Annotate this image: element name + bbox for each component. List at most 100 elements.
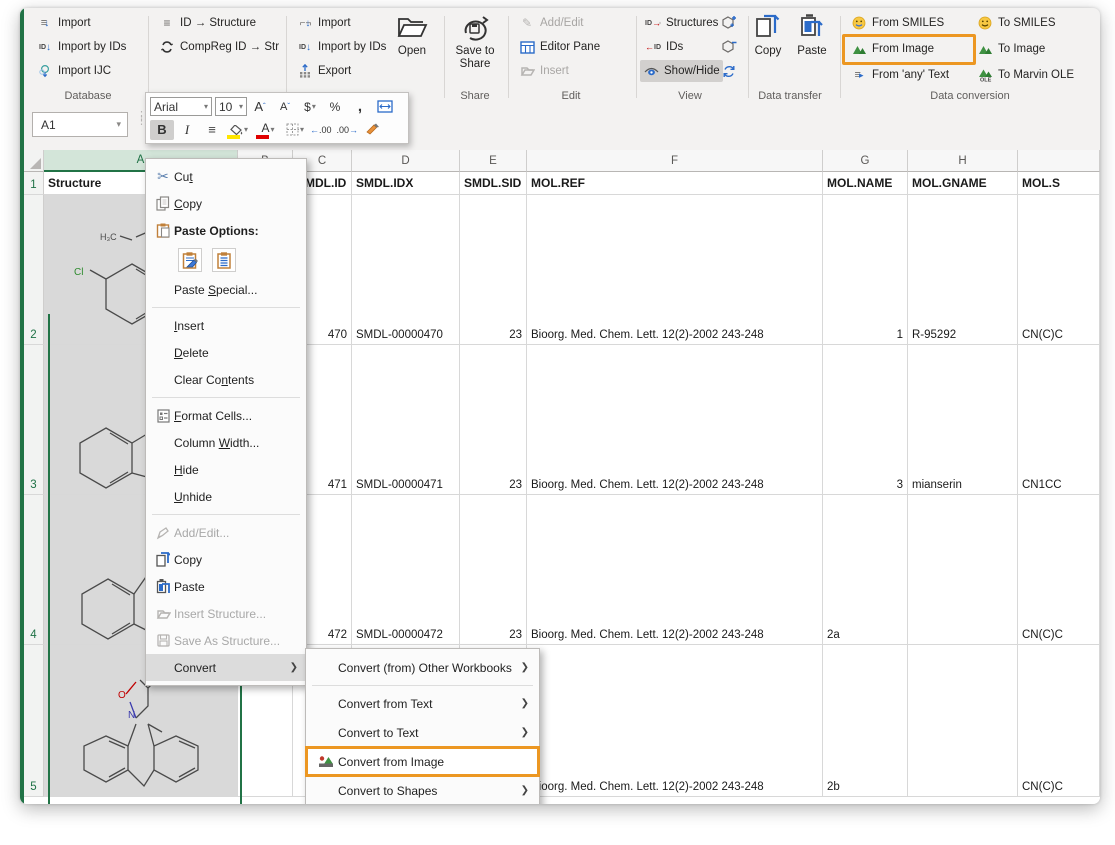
import2-by-ids-button[interactable]: ID↓ Import by IDs (294, 36, 389, 58)
menu-item-insert[interactable]: Insert (146, 312, 306, 339)
cell-D4[interactable]: SMDL-00000472 (352, 495, 460, 645)
menu-item-paste-special[interactable]: Paste Special... (146, 276, 306, 303)
font-size-select[interactable]: 10▾ (215, 97, 247, 116)
import2-button[interactable]: ⌐¬↓ Import (294, 12, 354, 34)
submenu-item-convert-from-text[interactable]: Convert from Text❯ (306, 689, 539, 718)
paste-keep-formatting-button[interactable] (178, 248, 202, 272)
menu-item-unhide[interactable]: Unhide (146, 483, 306, 510)
column-header-H[interactable]: H (908, 150, 1018, 172)
row-header-1[interactable]: 1 (24, 172, 44, 195)
paste-values-button[interactable] (212, 248, 236, 272)
borders-button[interactable]: ▾ (283, 120, 307, 140)
column-header-E[interactable]: E (460, 150, 527, 172)
cell-I5[interactable]: CN(C)C (1018, 645, 1100, 797)
percent-style-button[interactable]: % (323, 97, 347, 117)
cell-I3[interactable]: CN1CC (1018, 345, 1100, 495)
cell-I2[interactable]: CN(C)C (1018, 195, 1100, 345)
cell-H3[interactable]: mianserin (908, 345, 1018, 495)
copy-button[interactable]: Copy (746, 12, 790, 86)
cell-E1[interactable]: SMDL.SID (460, 172, 527, 195)
new-structure-column-button[interactable] (718, 12, 740, 34)
cell-F1[interactable]: MOL.REF (527, 172, 823, 195)
align-button[interactable]: ≡ (200, 120, 224, 140)
cell-H5[interactable] (908, 645, 1018, 797)
remove-structure-column-button[interactable] (718, 36, 740, 58)
cell-E4[interactable]: 23 (460, 495, 527, 645)
column-header-G[interactable]: G (823, 150, 908, 172)
refresh-button[interactable] (718, 60, 740, 82)
fill-color-button[interactable]: ▾ (225, 120, 253, 140)
to-marvin-ole-button[interactable]: OLE To Marvin OLE (974, 64, 1077, 86)
menu-item-delete[interactable]: Delete (146, 339, 306, 366)
font-color-button[interactable]: A ▾ (254, 120, 282, 140)
view-ids-button[interactable]: ←ID IDs (642, 36, 686, 58)
accounting-format-button[interactable]: $▾ (298, 97, 322, 117)
save-to-share-button[interactable]: Save to Share (448, 12, 502, 86)
import-by-ids-button[interactable]: ID↓ Import by IDs (34, 36, 129, 58)
menu-item-format-cells[interactable]: Format Cells... (146, 402, 306, 429)
insert-button[interactable]: Insert (516, 60, 572, 82)
show-hide-button[interactable]: Show/Hide (640, 60, 723, 82)
cell-I1[interactable]: MOL.S (1018, 172, 1100, 195)
menu-item-hide[interactable]: Hide (146, 456, 306, 483)
menu-item-column-width[interactable]: Column Width... (146, 429, 306, 456)
format-painter-button[interactable] (361, 120, 385, 140)
import-ijc-button[interactable]: Import IJC (34, 60, 114, 82)
import-button[interactable]: ≡↓ Import (34, 12, 94, 34)
id-to-structure-button[interactable]: ≡ ID → Structure (156, 12, 259, 34)
submenu-item-convert-from-image[interactable]: Convert from Image (306, 747, 539, 776)
italic-button[interactable]: I (175, 120, 199, 140)
menu-item-copy[interactable]: Copy (146, 190, 306, 217)
comma-style-button[interactable]: , (348, 97, 372, 117)
submenu-item-convert-from-other-workbooks[interactable]: Convert (from) Other Workbooks❯ (306, 653, 539, 682)
menu-item-convert[interactable]: Convert❯ (146, 654, 306, 681)
column-header-F[interactable]: F (527, 150, 823, 172)
name-box[interactable]: A1 ▾ (32, 112, 128, 137)
bold-button[interactable]: B (150, 120, 174, 140)
open-button[interactable]: Open (386, 12, 438, 86)
column-header-i[interactable] (1018, 150, 1100, 172)
cell-D3[interactable]: SMDL-00000471 (352, 345, 460, 495)
cell-H1[interactable]: MOL.GNAME (908, 172, 1018, 195)
decrease-decimal-button[interactable]: .00→ (335, 120, 361, 140)
compreg-id-to-str-button[interactable]: CompReg ID → Str (156, 36, 282, 58)
menu-item-paste[interactable]: Paste (146, 573, 306, 600)
cell-E3[interactable]: 23 (460, 345, 527, 495)
to-smiles-button[interactable]: To SMILES (974, 12, 1059, 34)
row-header-3[interactable]: 3 (24, 345, 44, 495)
to-image-button[interactable]: To Image (974, 38, 1048, 60)
cell-E2[interactable]: 23 (460, 195, 527, 345)
cell-F5[interactable]: Bioorg. Med. Chem. Lett. 12(2)-2002 243-… (527, 645, 823, 797)
shrink-font-button[interactable]: Aˇ (273, 97, 297, 117)
cell-G5[interactable]: 2b (823, 645, 908, 797)
submenu-item-convert-to-shapes[interactable]: Convert to Shapes❯ (306, 776, 539, 804)
editor-pane-button[interactable]: Editor Pane (516, 36, 603, 58)
cell-G2[interactable]: 1 (823, 195, 908, 345)
menu-item-cut[interactable]: ✂Cut (146, 163, 306, 190)
submenu-item-convert-to-text[interactable]: Convert to Text❯ (306, 718, 539, 747)
cell-D1[interactable]: SMDL.IDX (352, 172, 460, 195)
row-header-2[interactable]: 2 (24, 195, 44, 345)
grow-font-button[interactable]: Aˆ (248, 97, 272, 117)
cell-G1[interactable]: MOL.NAME (823, 172, 908, 195)
cell-H4[interactable] (908, 495, 1018, 645)
export-button[interactable]: Export (294, 60, 354, 82)
cell-D2[interactable]: SMDL-00000470 (352, 195, 460, 345)
font-name-select[interactable]: Arial▾ (150, 97, 212, 116)
row-header-5[interactable]: 5 (24, 645, 44, 797)
cell-F2[interactable]: Bioorg. Med. Chem. Lett. 12(2)-2002 243-… (527, 195, 823, 345)
menu-item-clear-contents[interactable]: Clear Contents (146, 366, 306, 393)
from-smiles-button[interactable]: From SMILES (848, 12, 947, 34)
from-image-button[interactable]: From Image (848, 38, 937, 60)
column-header-D[interactable]: D (352, 150, 460, 172)
cell-I4[interactable]: CN(C)C (1018, 495, 1100, 645)
row-header-4[interactable]: 4 (24, 495, 44, 645)
menu-item-paste-options[interactable]: Paste Options: (146, 217, 306, 244)
paste-button[interactable]: Paste (790, 12, 834, 86)
view-structures-button[interactable]: ID→ Structures (642, 12, 721, 34)
increase-decimal-button[interactable]: ←.00 (308, 120, 334, 140)
from-any-text-button[interactable]: ≡▸ From 'any' Text (848, 64, 952, 86)
cell-F4[interactable]: Bioorg. Med. Chem. Lett. 12(2)-2002 243-… (527, 495, 823, 645)
select-all-corner[interactable] (24, 150, 44, 172)
cell-G4[interactable]: 2a (823, 495, 908, 645)
